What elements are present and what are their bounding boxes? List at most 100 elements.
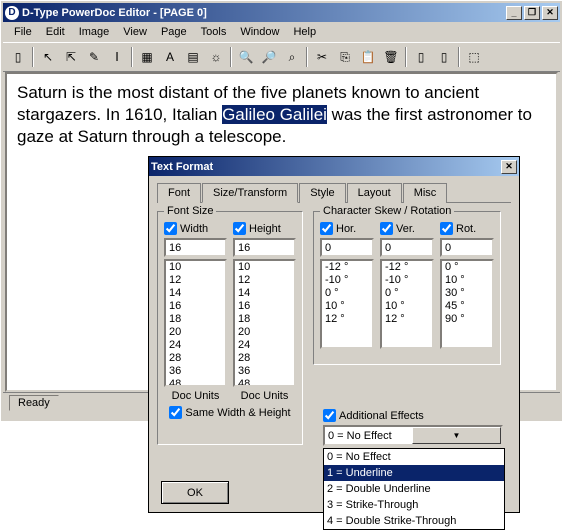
- width-checkbox[interactable]: [164, 222, 177, 235]
- paste-icon[interactable]: 📋: [357, 46, 379, 68]
- page-prev-icon[interactable]: ▯: [410, 46, 432, 68]
- list-item[interactable]: 28: [166, 352, 225, 365]
- tab-misc[interactable]: Misc: [403, 183, 448, 203]
- list-item[interactable]: 10: [166, 261, 225, 274]
- dropdown-item[interactable]: 1 = Underline: [324, 465, 504, 481]
- height-checkbox[interactable]: [233, 222, 246, 235]
- tab-layout[interactable]: Layout: [347, 183, 402, 203]
- page-next-icon[interactable]: ▯: [433, 46, 455, 68]
- menu-edit[interactable]: Edit: [39, 24, 72, 40]
- dialog-close-button[interactable]: ✕: [501, 160, 517, 174]
- edit-icon[interactable]: ✎: [83, 46, 105, 68]
- list-item[interactable]: 24: [235, 339, 294, 352]
- height-listbox[interactable]: 10121416182024283648: [233, 259, 296, 387]
- list-item[interactable]: 20: [235, 326, 294, 339]
- list-item[interactable]: 10 °: [442, 274, 492, 287]
- zoom-in-icon[interactable]: 🔍: [235, 46, 257, 68]
- list-item[interactable]: 45 °: [442, 300, 492, 313]
- close-button[interactable]: ✕: [542, 6, 558, 20]
- maximize-button[interactable]: ❐: [524, 6, 540, 20]
- list-item[interactable]: 48: [235, 378, 294, 387]
- list-item[interactable]: 12 °: [322, 313, 372, 326]
- cut-icon[interactable]: ✂: [311, 46, 333, 68]
- list-item[interactable]: 14: [235, 287, 294, 300]
- list-item[interactable]: 16: [166, 300, 225, 313]
- list-item[interactable]: 18: [166, 313, 225, 326]
- menu-view[interactable]: View: [116, 24, 154, 40]
- effects-checkbox[interactable]: [323, 409, 336, 422]
- list-item[interactable]: -10 °: [382, 274, 432, 287]
- zoom-fit-icon[interactable]: ⌕: [281, 46, 303, 68]
- list-item[interactable]: 16: [235, 300, 294, 313]
- zoom-out-icon[interactable]: 🔎: [258, 46, 280, 68]
- list-item[interactable]: 12: [166, 274, 225, 287]
- width-listbox[interactable]: 10121416182024283648: [164, 259, 227, 387]
- minimize-button[interactable]: _: [506, 6, 522, 20]
- text-cursor-icon[interactable]: Ⅰ: [106, 46, 128, 68]
- menu-help[interactable]: Help: [286, 24, 323, 40]
- hor-input[interactable]: [320, 238, 374, 257]
- ok-button[interactable]: OK: [161, 481, 229, 504]
- dropdown-item[interactable]: 2 = Double Underline: [324, 481, 504, 497]
- nav-icon[interactable]: ⇱: [60, 46, 82, 68]
- list-item[interactable]: 12: [235, 274, 294, 287]
- menu-tools[interactable]: Tools: [194, 24, 234, 40]
- list-item[interactable]: 10 °: [322, 300, 372, 313]
- copy-icon[interactable]: ⎘: [334, 46, 356, 68]
- sun-icon[interactable]: ☼: [205, 46, 227, 68]
- list-item[interactable]: 0 °: [322, 287, 372, 300]
- skew-label: Character Skew / Rotation: [320, 205, 454, 217]
- list-item[interactable]: 36: [235, 365, 294, 378]
- list-item[interactable]: 0 °: [382, 287, 432, 300]
- hor-checkbox[interactable]: [320, 222, 333, 235]
- tab-size-transform[interactable]: Size/Transform: [202, 183, 298, 203]
- list-item[interactable]: 18: [235, 313, 294, 326]
- rot-input[interactable]: [440, 238, 494, 257]
- list-item[interactable]: 10: [235, 261, 294, 274]
- list-item[interactable]: 48: [166, 378, 225, 387]
- hor-listbox[interactable]: -12 °-10 °0 °10 °12 °: [320, 259, 374, 349]
- list-item[interactable]: -12 °: [322, 261, 372, 274]
- image-icon[interactable]: ▦: [136, 46, 158, 68]
- list-item[interactable]: 0 °: [442, 261, 492, 274]
- chevron-down-icon[interactable]: ▼: [412, 427, 501, 444]
- tab-style[interactable]: Style: [299, 183, 345, 203]
- width-input[interactable]: [164, 238, 227, 257]
- list-item[interactable]: 24: [166, 339, 225, 352]
- pointer-icon[interactable]: ↖: [37, 46, 59, 68]
- rot-listbox[interactable]: 0 °10 °30 °45 °90 °: [440, 259, 494, 349]
- effects-dropdown[interactable]: 0 = No Effect1 = Underline2 = Double Und…: [323, 448, 505, 530]
- trash-icon[interactable]: 🗑: [380, 46, 402, 68]
- list-item[interactable]: 12 °: [382, 313, 432, 326]
- menu-file[interactable]: File: [7, 24, 39, 40]
- rot-checkbox[interactable]: [440, 222, 453, 235]
- menu-window[interactable]: Window: [233, 24, 286, 40]
- document-text[interactable]: Saturn is the most distant of the five p…: [17, 82, 546, 148]
- dropdown-item[interactable]: 0 = No Effect: [324, 449, 504, 465]
- new-doc-icon[interactable]: ▯: [7, 46, 29, 68]
- height-input[interactable]: [233, 238, 296, 257]
- list-item[interactable]: 30 °: [442, 287, 492, 300]
- list-item[interactable]: 36: [166, 365, 225, 378]
- ver-checkbox[interactable]: [380, 222, 393, 235]
- same-wh-checkbox[interactable]: [169, 406, 182, 419]
- ver-input[interactable]: [380, 238, 434, 257]
- list-item[interactable]: 90 °: [442, 313, 492, 326]
- dropdown-item[interactable]: 3 = Strike-Through: [324, 497, 504, 513]
- list-item[interactable]: 20: [166, 326, 225, 339]
- list-item[interactable]: -10 °: [322, 274, 372, 287]
- list-item[interactable]: 14: [166, 287, 225, 300]
- tab-font[interactable]: Font: [157, 183, 201, 203]
- list-item[interactable]: -12 °: [382, 261, 432, 274]
- text-icon[interactable]: ▤: [182, 46, 204, 68]
- menu-image[interactable]: Image: [72, 24, 117, 40]
- effects-combo[interactable]: 0 = No Effect ▼ 0 = No Effect1 = Underli…: [323, 425, 503, 446]
- menubar: File Edit Image View Page Tools Window H…: [3, 22, 560, 42]
- list-item[interactable]: 28: [235, 352, 294, 365]
- menu-page[interactable]: Page: [154, 24, 194, 40]
- dropdown-item[interactable]: 4 = Double Strike-Through: [324, 513, 504, 529]
- list-item[interactable]: 10 °: [382, 300, 432, 313]
- char-icon[interactable]: A: [159, 46, 181, 68]
- ver-listbox[interactable]: -12 °-10 °0 °10 °12 °: [380, 259, 434, 349]
- style-icon[interactable]: ⬚: [463, 46, 485, 68]
